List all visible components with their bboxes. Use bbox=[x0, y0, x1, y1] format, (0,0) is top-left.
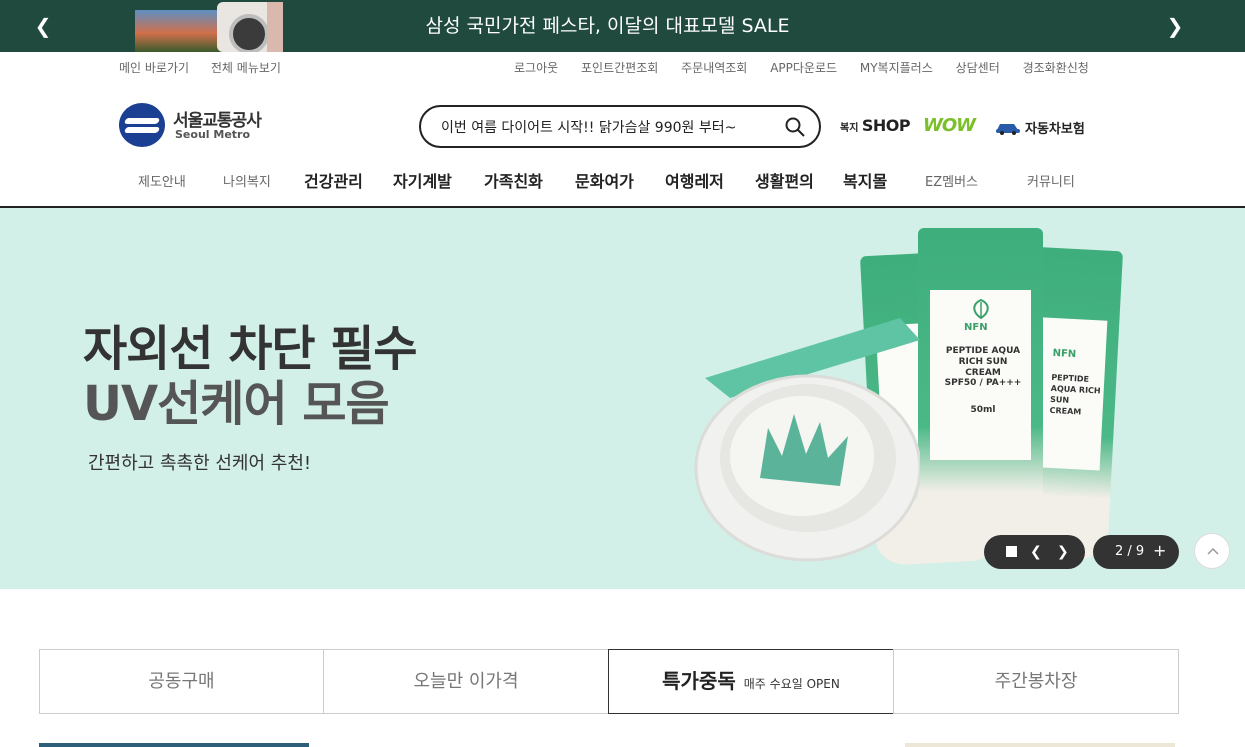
tab-today-price[interactable]: 오늘만 이가격 bbox=[323, 649, 609, 714]
util-links-left: 메인 바로가기 전체 메뉴보기 bbox=[119, 60, 299, 76]
tube-brand-front: NFN bbox=[964, 322, 988, 333]
nav-item-self-dev[interactable]: 자기계발 bbox=[393, 168, 452, 192]
app-download-link[interactable]: APP다운로드 bbox=[770, 61, 837, 75]
slide-prev-icon[interactable]: ❮ bbox=[1030, 542, 1042, 562]
hero-banner[interactable]: 자외선 차단 필수 UV선케어 모음 간편하고 촉촉한 선케어 추천! NFN … bbox=[0, 208, 1245, 589]
tab-label: 주간봉차장 bbox=[994, 671, 1078, 692]
nav-item-ez-members[interactable]: EZ멤버스 bbox=[925, 171, 978, 190]
nav-item-living[interactable]: 생활편의 bbox=[755, 168, 814, 192]
tube-size-front: 50ml bbox=[970, 405, 996, 415]
main-nav: 제도안내 나의복지 건강관리 자기계발 가족친화 문화여가 여행레저 생활편의 … bbox=[0, 168, 1245, 192]
car-icon bbox=[996, 124, 1020, 135]
tab-label: 공동구매 bbox=[148, 671, 215, 692]
slide-counter: 2 / 9 bbox=[1115, 544, 1145, 559]
nav-item-community[interactable]: 커뮤니티 bbox=[1027, 171, 1075, 190]
search-icon[interactable] bbox=[785, 117, 805, 137]
hero-title-line2: UV선케어 모음 bbox=[83, 376, 390, 432]
stop-icon[interactable] bbox=[1006, 546, 1017, 557]
nav-item-my-welfare[interactable]: 나의복지 bbox=[223, 171, 271, 190]
slide-pager: 2 / 9 + bbox=[1093, 535, 1179, 569]
tube-brand-back: NFN bbox=[1052, 347, 1077, 361]
plus-icon[interactable]: + bbox=[1153, 541, 1166, 561]
hero-title-line1: 자외선 차단 필수 bbox=[83, 321, 418, 377]
chevron-right-icon[interactable]: ❯ bbox=[1163, 14, 1187, 38]
nav-item-culture[interactable]: 문화여가 bbox=[575, 168, 634, 192]
search-input[interactable] bbox=[441, 116, 771, 138]
all-menu-link[interactable]: 전체 메뉴보기 bbox=[211, 61, 281, 75]
customer-center-link[interactable]: 상담센터 bbox=[956, 61, 1000, 75]
nav-item-welfare-mall[interactable]: 복지몰 bbox=[843, 168, 887, 192]
welfare-shop-link[interactable]: 복지 SHOP bbox=[840, 116, 911, 135]
cushion-compact-image bbox=[694, 318, 920, 562]
logo-english: Seoul Metro bbox=[175, 128, 251, 141]
scroll-top-button[interactable] bbox=[1194, 533, 1230, 569]
nav-item-system[interactable]: 제도안내 bbox=[138, 171, 186, 190]
search-box bbox=[419, 105, 821, 148]
point-check-link[interactable]: 포인트간편조회 bbox=[581, 61, 658, 75]
deal-tabs: 공동구매 오늘만 이가격 특가중독 매주 수요일 OPEN 주간봉차장 bbox=[39, 649, 1179, 714]
util-links-right: 로그아웃 포인트간편조회 주문내역조회 APP다운로드 MY복지플러스 상담센터… bbox=[514, 60, 1108, 76]
logout-link[interactable]: 로그아웃 bbox=[514, 61, 558, 75]
leaf-logo-icon bbox=[973, 298, 989, 320]
top-promo-banner[interactable]: ❮ 삼성 국민가전 페스타, 이달의 대표모델 SALE ❯ bbox=[0, 0, 1245, 52]
my-welfare-plus-link[interactable]: MY복지플러스 bbox=[860, 61, 933, 75]
product-thumb-partial bbox=[905, 743, 1175, 747]
tab-label: 오늘만 이가격 bbox=[413, 671, 519, 692]
product-thumb-partial bbox=[39, 743, 309, 747]
main-shortcut-link[interactable]: 메인 바로가기 bbox=[119, 61, 189, 75]
slider-controls: ❮ ❯ bbox=[984, 535, 1085, 569]
tab-special-deal[interactable]: 특가중독 매주 수요일 OPEN bbox=[608, 649, 894, 714]
tube-spf-front: SPF50 / PA+++ bbox=[944, 378, 1022, 388]
hero-subtitle: 간편하고 촉촉한 선케어 추천! bbox=[88, 453, 312, 474]
seoul-metro-logo-icon bbox=[119, 103, 165, 147]
flower-order-link[interactable]: 경조화환신청 bbox=[1023, 61, 1089, 75]
tube-name-back: PEPTIDE AQUA RICH SUN CREAM bbox=[1049, 372, 1101, 417]
tab-label: 특가중독 bbox=[662, 669, 736, 693]
shop-label: SHOP bbox=[861, 116, 911, 135]
shop-prefix: 복지 bbox=[840, 123, 859, 134]
wow-link[interactable]: WOW bbox=[923, 115, 976, 136]
slide-next-icon[interactable]: ❯ bbox=[1057, 542, 1069, 562]
nav-item-travel[interactable]: 여행레저 bbox=[665, 168, 724, 192]
product-tube-front: NFN PEPTIDE AQUA RICH SUN CREAM SPF50 / … bbox=[918, 228, 1043, 558]
order-history-link[interactable]: 주문내역조회 bbox=[681, 61, 747, 75]
site-logo[interactable]: 서울교통공사 Seoul Metro bbox=[119, 103, 279, 147]
tube-name-front: PEPTIDE AQUA RICH SUN CREAM bbox=[945, 346, 1021, 378]
car-insurance-label: 자동차보험 bbox=[1025, 122, 1085, 137]
nav-item-health[interactable]: 건강관리 bbox=[304, 168, 363, 192]
promo-message[interactable]: 삼성 국민가전 페스타, 이달의 대표모델 SALE bbox=[0, 13, 1215, 39]
tab-group-buy[interactable]: 공동구매 bbox=[39, 649, 324, 714]
tab-sublabel: 매주 수요일 OPEN bbox=[743, 677, 840, 691]
chevron-up-icon bbox=[1207, 547, 1219, 555]
car-insurance-link[interactable]: 자동차보험 bbox=[995, 118, 1085, 137]
tab-weekly-deal[interactable]: 주간봉차장 bbox=[893, 649, 1179, 714]
nav-item-family[interactable]: 가족친화 bbox=[484, 168, 543, 192]
